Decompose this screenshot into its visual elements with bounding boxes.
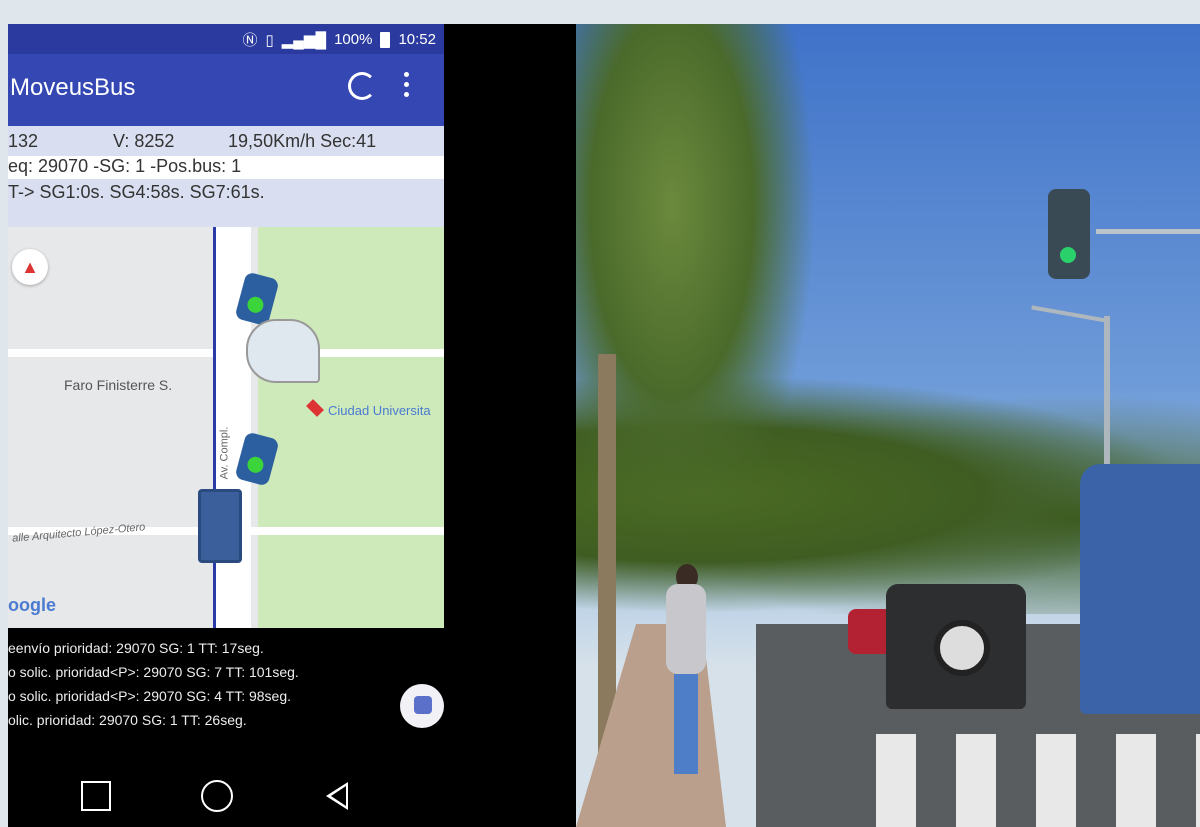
bus-info-line2: eq: 29070 -SG: 1 -Pos.bus: 1	[8, 156, 444, 179]
more-vertical-icon[interactable]	[404, 72, 410, 102]
camera-fab[interactable]	[400, 684, 444, 728]
phone-screen: Ⓝ ▯ ▂▄▆█ 100% 10:52 MoveusBus 132 V: 825…	[8, 24, 444, 827]
signal-pole	[1096, 229, 1200, 234]
line-number: 132	[8, 131, 39, 151]
crosswalk	[876, 734, 1200, 827]
route-line	[213, 227, 216, 628]
camera-icon	[414, 696, 432, 714]
log-entry: o solic. prioridad<P>: 29070 SG: 7 TT: 1…	[8, 664, 299, 680]
map-view[interactable]: ▲ Faro Finisterre S. Ciudad Universita a…	[8, 227, 444, 628]
sector: Sec:41	[320, 131, 377, 151]
vibrate-icon: ▯	[265, 31, 274, 49]
metro-label: Ciudad Universita	[328, 403, 431, 418]
clock: 10:52	[398, 31, 436, 48]
city-bus	[1080, 464, 1200, 714]
bus-stop-icon[interactable]	[246, 319, 320, 383]
nav-bar	[8, 758, 444, 827]
place-label: Faro Finisterre S.	[64, 377, 173, 393]
log-entry: olic. prioridad: 29070 SG: 1 TT: 26seg.	[8, 712, 247, 728]
status-bar: Ⓝ ▯ ▂▄▆█ 100% 10:52	[8, 24, 444, 54]
log-entry: eenvío prioridad: 29070 SG: 1 TT: 17seg.	[8, 640, 264, 656]
bus-info-panel: 132 V: 8252 19,50Km/h Sec:41 eq: 29070 -…	[8, 126, 444, 227]
refresh-icon[interactable]	[348, 72, 376, 100]
pedestrian	[666, 564, 706, 774]
log-entry: o solic. prioridad<P>: 29070 SG: 4 TT: 9…	[8, 688, 292, 704]
map-attribution: oogle	[8, 595, 56, 615]
square-icon[interactable]	[81, 781, 111, 811]
app-bar: MoveusBus	[8, 54, 444, 126]
vehicle-id: V: 8252	[113, 131, 175, 151]
spare-tire	[934, 620, 990, 676]
bus-info-line1: 132 V: 8252 19,50Km/h Sec:41	[8, 131, 376, 152]
park-area	[258, 227, 444, 628]
triangle-back-icon[interactable]	[326, 782, 348, 810]
signal-icon: ▂▄▆█	[281, 31, 327, 49]
bus-icon[interactable]	[198, 489, 242, 563]
priority-log: eenvío prioridad: 29070 SG: 1 TT: 17seg.…	[8, 628, 444, 758]
divider	[444, 24, 576, 827]
nfc-icon: Ⓝ	[242, 32, 258, 49]
battery-text: 100%	[334, 31, 373, 48]
battery-icon	[380, 31, 391, 48]
app-title: MoveusBus	[10, 74, 136, 101]
screen-frame: Ⓝ ▯ ▂▄▆█ 100% 10:52 MoveusBus 132 V: 825…	[0, 0, 1200, 827]
compass-icon[interactable]: ▲	[12, 249, 48, 285]
street-label: alle Arquitecto López-Otero	[11, 521, 146, 545]
circle-icon[interactable]	[201, 780, 233, 812]
traffic-signal	[1048, 189, 1090, 279]
bus-info-line3: T-> SG1:0s. SG4:58s. SG7:61s.	[8, 182, 265, 202]
street-photo	[576, 24, 1200, 827]
speed: 19,50Km/h	[228, 131, 316, 151]
suv	[886, 584, 1026, 709]
avenue-label: Av. Compl.	[218, 426, 231, 480]
lamp-arm	[1031, 305, 1107, 323]
status-icons: Ⓝ ▯ ▂▄▆█ 100% 10:52	[242, 29, 436, 50]
